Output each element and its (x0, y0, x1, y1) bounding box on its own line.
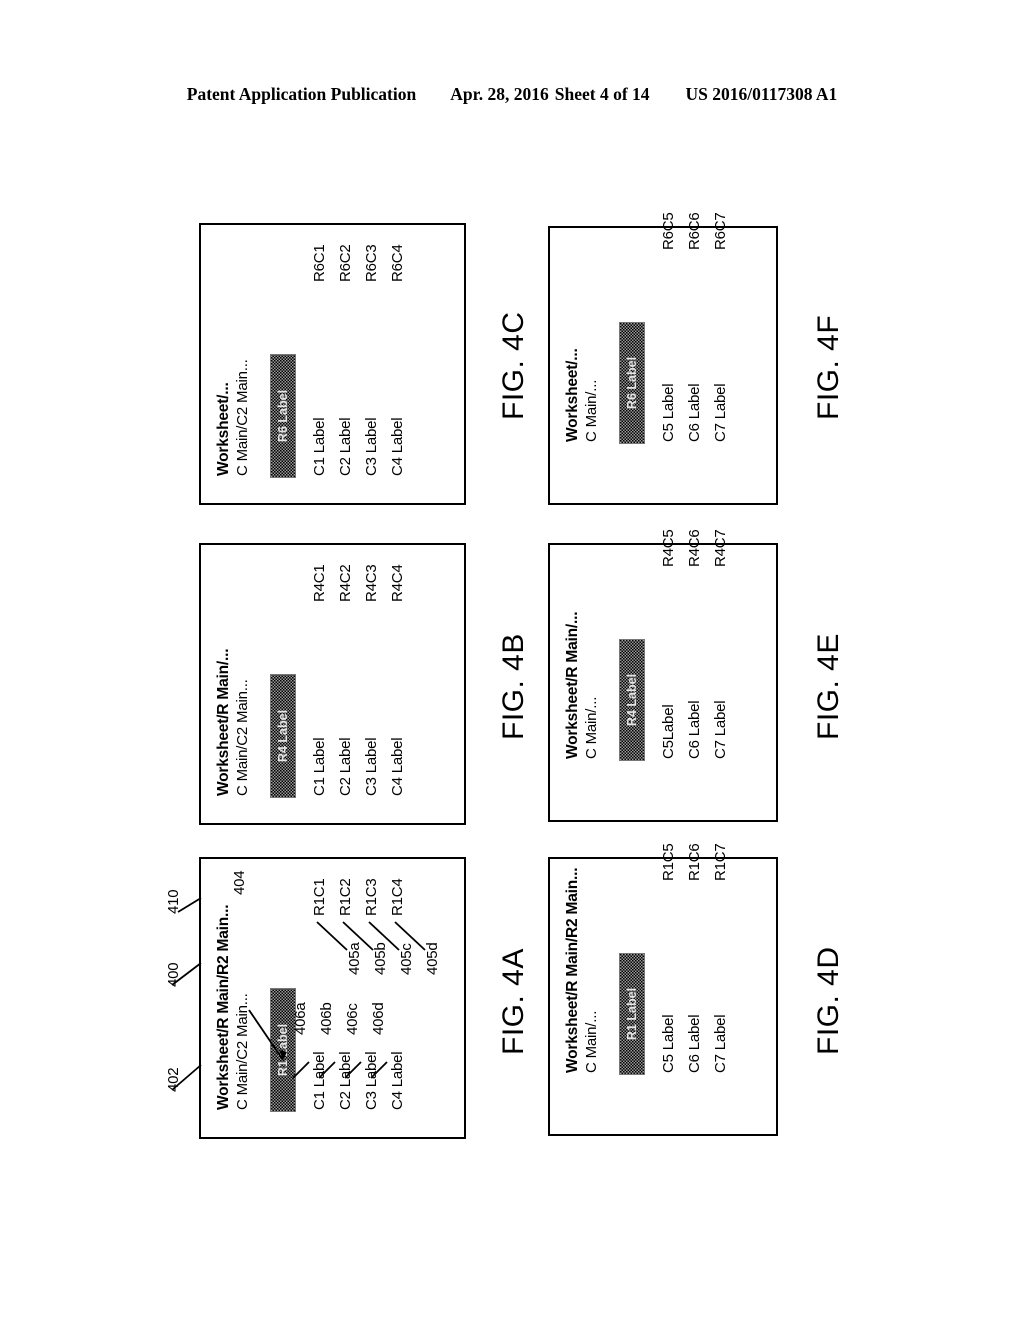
breadcrumb-row-path: Worksheet/R Main/... (215, 648, 232, 796)
row-label-box[interactable]: R1 Label (619, 953, 645, 1075)
cell-value: R4C5 (660, 529, 677, 567)
column-label: C4 Label (389, 1051, 406, 1110)
cell-value: R1C3 (363, 878, 380, 916)
column-label: C2 Label (337, 737, 354, 796)
reference-numeral-404: 404 (231, 870, 248, 895)
reference-numeral-405d: 405d (424, 942, 441, 975)
cell-value: R4C1 (311, 564, 328, 602)
figure-panel-4e: Worksheet/R Main/... C Main/... R4 Label… (548, 529, 778, 822)
cell-value: R6C4 (389, 244, 406, 282)
column-label: C7 Label (712, 383, 729, 442)
cell-value: R1C4 (389, 878, 406, 916)
row-label-box[interactable]: R4 Label (270, 674, 296, 798)
cell-value: R4C6 (686, 529, 703, 567)
cell-value: R1C7 (712, 843, 729, 881)
row-label-text: R4 Label (276, 709, 290, 763)
cell-value: R6C7 (712, 212, 729, 250)
breadcrumb-row-path: Worksheet/... (215, 382, 232, 476)
breadcrumb-column-path: C Main/C2 Main... (234, 993, 251, 1110)
row-label-box[interactable]: R4 Label (619, 639, 645, 761)
cell-value: R4C4 (389, 564, 406, 602)
cell-value: R1C5 (660, 843, 677, 881)
figure-panel-4f: Worksheet/... C Main/... R6 Label C5 Lab… (548, 212, 778, 505)
figure-caption-4d: FIG. 4D (812, 946, 845, 1055)
cell-value: R6C1 (311, 244, 328, 282)
column-label: C6 Label (686, 1014, 703, 1073)
figure-caption-4b: FIG. 4B (497, 633, 530, 740)
header-publication-number: US 2016/0117308 A1 (685, 84, 838, 104)
column-label: C3 Label (363, 1051, 380, 1110)
breadcrumb-column-path: C Main/... (583, 1010, 600, 1073)
breadcrumb-column-path: C Main/... (583, 696, 600, 759)
row-label-text: R1 Label (625, 987, 639, 1041)
reference-numeral-406c: 406c (344, 1003, 361, 1035)
column-label: C1 Label (311, 417, 328, 476)
reference-numeral-405a: 405a (346, 942, 363, 975)
cell-value: R1C6 (686, 843, 703, 881)
header-date: Apr. 28, 2016 (450, 84, 549, 104)
column-label: C1 Label (311, 737, 328, 796)
breadcrumb-row-path: Worksheet/R Main/R2 Main... (215, 904, 232, 1110)
breadcrumb-column-path: C Main/C2 Main... (234, 679, 251, 796)
cell-value: R1C2 (337, 878, 354, 916)
row-label-box[interactable]: R6 Label (619, 322, 645, 444)
row-label-text: R1 Label (276, 1023, 290, 1077)
breadcrumb-column-path: C Main/... (583, 379, 600, 442)
page-header: Patent Application Publication Apr. 28, 2… (0, 84, 1024, 105)
column-label: C6 Label (686, 383, 703, 442)
reference-numeral-405c: 405c (398, 943, 415, 975)
header-sheet: Sheet 4 of 14 (554, 84, 650, 104)
reference-numeral-405b: 405b (372, 942, 389, 975)
header-publication: Patent Application Publication (186, 84, 417, 104)
reference-numeral-406a: 406a (292, 1002, 309, 1035)
breadcrumb-row-path: Worksheet/R Main/R2 Main... (564, 867, 581, 1073)
figure-caption-4a: FIG. 4A (497, 948, 530, 1055)
column-label: C4 Label (389, 417, 406, 476)
figure-caption-4c: FIG. 4C (497, 311, 530, 420)
column-label: C5 Label (660, 1014, 677, 1073)
reference-numeral-402: 402 (165, 1067, 182, 1092)
row-label-box[interactable]: R6 Label (270, 354, 296, 478)
reference-numeral-410: 410 (165, 889, 182, 914)
column-label: C5Label (660, 704, 677, 759)
figure-caption-4e: FIG. 4E (812, 633, 845, 740)
column-label: C6 Label (686, 700, 703, 759)
figure-panel-4a: Worksheet/R Main/R2 Main... C Main/C2 Ma… (199, 857, 466, 1139)
column-label: C4 Label (389, 737, 406, 796)
figure-caption-4f: FIG. 4F (812, 314, 845, 420)
column-label: C3 Label (363, 417, 380, 476)
breadcrumb-column-path: C Main/C2 Main... (234, 359, 251, 476)
cell-value: R4C2 (337, 564, 354, 602)
cell-value: R6C2 (337, 244, 354, 282)
cell-value: R6C6 (686, 212, 703, 250)
row-label-text: R6 Label (625, 356, 639, 410)
column-label: C3 Label (363, 737, 380, 796)
column-label: C2 Label (337, 1051, 354, 1110)
breadcrumb-row-path: Worksheet/... (564, 348, 581, 442)
column-label: C7 Label (712, 1014, 729, 1073)
cell-value: R4C3 (363, 564, 380, 602)
figure-panel-4d: Worksheet/R Main/R2 Main... C Main/... R… (548, 843, 778, 1136)
reference-numeral-400: 400 (165, 962, 182, 987)
cell-value: R4C7 (712, 529, 729, 567)
figure-panel-4c: Worksheet/... C Main/C2 Main... R6 Label… (199, 223, 466, 505)
cell-value: R6C5 (660, 212, 677, 250)
figure-panel-4b: Worksheet/R Main/... C Main/C2 Main... R… (199, 543, 466, 825)
column-label: C1 Label (311, 1051, 328, 1110)
row-label-text: R6 Label (276, 389, 290, 443)
column-label: C2 Label (337, 417, 354, 476)
cell-value: R1C1 (311, 878, 328, 916)
reference-numeral-406d: 406d (370, 1002, 387, 1035)
breadcrumb-row-path: Worksheet/R Main/... (564, 611, 581, 759)
reference-numeral-406b: 406b (318, 1002, 335, 1035)
column-label: C5 Label (660, 383, 677, 442)
column-label: C7 Label (712, 700, 729, 759)
row-label-text: R4 Label (625, 673, 639, 727)
cell-value: R6C3 (363, 244, 380, 282)
